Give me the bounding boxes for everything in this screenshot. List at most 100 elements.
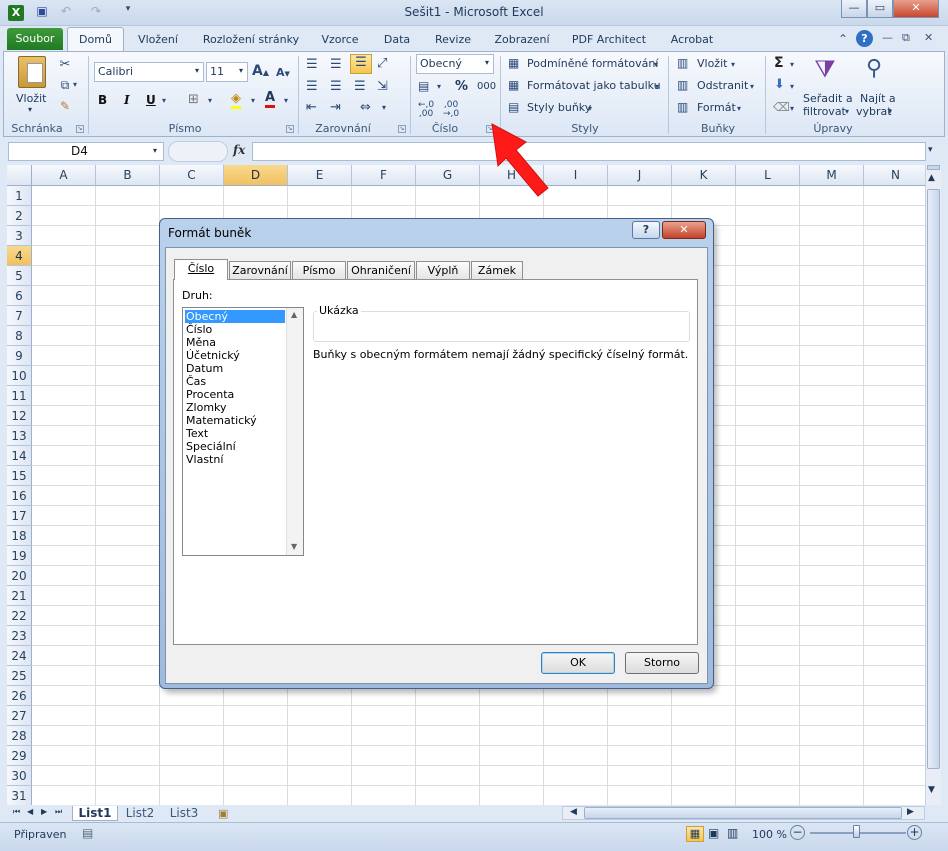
row-header-2[interactable]: 2 [7, 206, 32, 226]
underline-icon[interactable]: U [146, 93, 156, 107]
font-launcher-icon[interactable]: ↘ [286, 125, 294, 133]
ok-button[interactable]: OK [541, 652, 615, 674]
delete-cells-dropdown-icon[interactable]: ▾ [750, 82, 754, 91]
row-header-3[interactable]: 3 [7, 226, 32, 246]
row-header-9[interactable]: 9 [7, 346, 32, 366]
column-header-a[interactable]: A [32, 165, 96, 186]
listbox-scrollbar[interactable]: ▲ ▼ [286, 308, 303, 555]
tab-rozlozeni[interactable]: Rozložení stránky [195, 29, 307, 51]
dialog-tab-cislo[interactable]: Číslo [174, 259, 228, 280]
paste-icon[interactable] [18, 56, 46, 88]
clear-icon[interactable]: ⌫ [773, 100, 790, 114]
alignment-launcher-icon[interactable]: ↘ [398, 125, 406, 133]
row-header-7[interactable]: 7 [7, 306, 32, 326]
column-header-l[interactable]: L [736, 165, 800, 186]
align-left-icon[interactable]: ☰ [306, 79, 318, 94]
doc-minimize-icon[interactable]: — [882, 31, 893, 44]
align-bottom-icon[interactable]: ☰ [350, 54, 372, 74]
sheet-tab-list3[interactable]: List3 [164, 806, 204, 821]
name-box-dropdown-icon[interactable]: ▾ [153, 146, 157, 155]
cancel-button[interactable]: Storno [625, 652, 699, 674]
insert-cells-icon[interactable]: ▥ [677, 56, 688, 70]
align-right-icon[interactable]: ☰ [354, 79, 366, 94]
doc-restore-icon[interactable]: ⧉ [902, 31, 910, 45]
category-item[interactable]: Text [185, 427, 285, 440]
column-header-g[interactable]: G [416, 165, 480, 186]
row-header-15[interactable]: 15 [7, 466, 32, 486]
cell-styles-button[interactable]: Styly buňky [527, 101, 591, 114]
dialog-help-button[interactable]: ? [632, 221, 660, 239]
help-icon[interactable]: ? [856, 30, 873, 47]
row-header-20[interactable]: 20 [7, 566, 32, 586]
scroll-thumb[interactable] [927, 189, 940, 769]
collapse-ribbon-icon[interactable]: ⌃ [838, 32, 848, 46]
zoom-slider-thumb[interactable] [853, 825, 860, 838]
number-format-dropdown-icon[interactable]: ▾ [485, 58, 489, 67]
decrease-indent-icon[interactable]: ⇤ [306, 100, 317, 115]
align-middle-icon[interactable]: ☰ [330, 57, 342, 72]
orientation-icon[interactable]: ⤢ [377, 56, 387, 71]
fill-dropdown-icon[interactable]: ▾ [790, 82, 794, 91]
find-select-icon[interactable]: ⚲ [860, 56, 888, 81]
align-top-icon[interactable]: ☰ [306, 57, 318, 72]
row-header-18[interactable]: 18 [7, 526, 32, 546]
page-layout-view-icon[interactable]: ▣ [708, 826, 719, 840]
dialog-close-button[interactable]: ✕ [662, 221, 706, 239]
category-item[interactable]: Čas [185, 375, 285, 388]
row-header-1[interactable]: 1 [7, 186, 32, 206]
underline-dropdown-icon[interactable]: ▾ [162, 96, 166, 105]
insert-cells-dropdown-icon[interactable]: ▾ [731, 60, 735, 69]
font-color-dropdown-icon[interactable]: ▾ [284, 96, 288, 105]
increase-decimal-icon[interactable]: ←,0,00 [418, 101, 434, 119]
number-format-combo[interactable]: Obecný [416, 54, 494, 74]
accounting-dropdown-icon[interactable]: ▾ [437, 82, 441, 91]
cell-styles-dropdown-icon[interactable]: ▾ [588, 104, 592, 113]
fill-icon[interactable]: ⬇ [774, 77, 785, 92]
scroll-left-icon[interactable]: ◀ [570, 807, 577, 817]
category-listbox[interactable]: Obecný Číslo Měna Účetnický Datum Čas Procenta… [182, 307, 304, 556]
formula-input[interactable] [252, 142, 926, 161]
category-item[interactable]: Speciální [185, 440, 285, 453]
row-header-14[interactable]: 14 [7, 446, 32, 466]
align-center-icon[interactable]: ☰ [330, 79, 342, 94]
autosum-icon[interactable]: Σ [774, 55, 784, 71]
copy-dropdown-icon[interactable]: ▾ [73, 80, 77, 89]
font-size-dropdown-icon[interactable]: ▾ [239, 66, 243, 75]
conditional-format-button[interactable]: Podmíněné formátování [527, 57, 658, 70]
row-header-19[interactable]: 19 [7, 546, 32, 566]
column-header-f[interactable]: F [352, 165, 416, 186]
last-sheet-icon[interactable]: ⏭ [55, 807, 62, 817]
column-header-e[interactable]: E [288, 165, 352, 186]
dialog-tab-vypln[interactable]: Výplň [416, 261, 470, 280]
row-header-21[interactable]: 21 [7, 586, 32, 606]
sheet-tab-list1[interactable]: List1 [72, 806, 118, 821]
first-sheet-icon[interactable]: ⏮ [13, 807, 20, 817]
zoom-level[interactable]: 100 % [752, 828, 787, 841]
fx-icon[interactable]: fx [233, 143, 245, 157]
scroll-up-icon[interactable]: ▲ [928, 173, 935, 183]
format-as-table-dropdown-icon[interactable]: ▾ [655, 82, 659, 91]
category-item[interactable]: Číslo [185, 323, 285, 336]
accounting-format-icon[interactable]: ▤ [418, 79, 429, 93]
row-header-23[interactable]: 23 [7, 626, 32, 646]
borders-icon[interactable]: ⊞ [188, 92, 199, 107]
row-header-12[interactable]: 12 [7, 406, 32, 426]
row-header-22[interactable]: 22 [7, 606, 32, 626]
row-header-11[interactable]: 11 [7, 386, 32, 406]
column-header-j[interactable]: J [608, 165, 672, 186]
tab-pdf-architect[interactable]: PDF Architect [566, 29, 652, 51]
autosum-dropdown-icon[interactable]: ▾ [790, 60, 794, 69]
hscroll-thumb[interactable] [584, 807, 902, 819]
sort-filter-icon[interactable]: ⧩ [808, 55, 842, 83]
category-item[interactable]: Vlastní [185, 453, 285, 466]
sort-filter-label-1[interactable]: Seřadit a [803, 92, 853, 105]
tab-vzorce[interactable]: Vzorce [315, 29, 365, 51]
wrap-text-icon[interactable]: ⇲ [377, 79, 388, 94]
sort-filter-label-2[interactable]: filtrovat [803, 105, 846, 118]
tab-soubor[interactable]: Soubor [7, 28, 63, 50]
category-item[interactable]: Procenta [185, 388, 285, 401]
row-header-26[interactable]: 26 [7, 686, 32, 706]
name-box[interactable]: D4 [8, 142, 164, 161]
cut-icon[interactable]: ✂ [57, 57, 73, 72]
clipboard-launcher-icon[interactable]: ↘ [76, 125, 84, 133]
